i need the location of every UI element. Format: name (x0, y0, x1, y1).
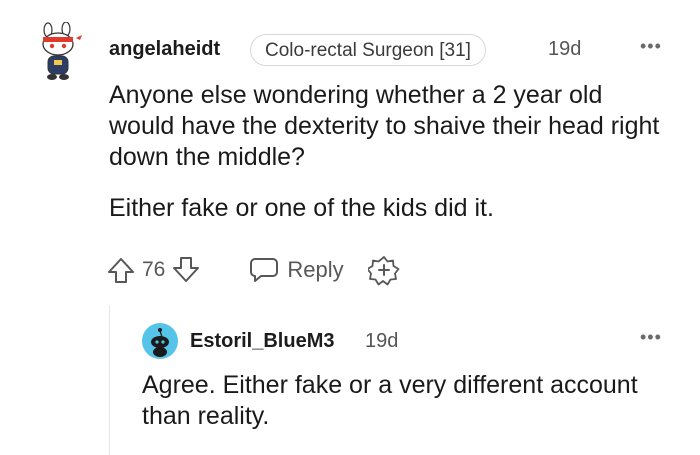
snoo-avatar-icon (142, 323, 178, 359)
reply-author[interactable]: Estoril_BlueM3 (190, 330, 334, 353)
vote-count: 76 (142, 258, 166, 281)
snoo-avatar-icon (42, 21, 82, 80)
comment-body: Anyone else wondering whether a 2 year o… (109, 80, 669, 224)
more-options-icon[interactable]: ••• (640, 327, 662, 348)
thread-line[interactable] (109, 305, 110, 455)
comment-paragraph: Anyone else wondering whether a 2 year o… (109, 81, 660, 171)
more-options-icon[interactable]: ••• (640, 36, 662, 57)
reply-avatar[interactable] (142, 323, 178, 359)
comment-age: 19d (548, 38, 582, 60)
reply-button[interactable]: Reply (249, 256, 344, 284)
reply-label: Reply (287, 257, 344, 282)
reply-age: 19d (365, 330, 399, 352)
speech-bubble-icon (249, 256, 279, 284)
comment-author[interactable]: angelaheidt (109, 38, 220, 61)
commenter-avatar[interactable] (36, 21, 84, 82)
add-award-icon[interactable] (367, 254, 400, 286)
comment-actions: 76 Reply (106, 252, 400, 288)
arrow-up-icon[interactable] (106, 255, 136, 285)
user-flair: Colo-rectal Surgeon [31] (250, 34, 486, 66)
arrow-down-icon[interactable] (171, 255, 201, 285)
reply-body: Agree. Either fake or a very different a… (142, 371, 638, 430)
comment-paragraph: Either fake or one of the kids did it. (109, 194, 494, 222)
